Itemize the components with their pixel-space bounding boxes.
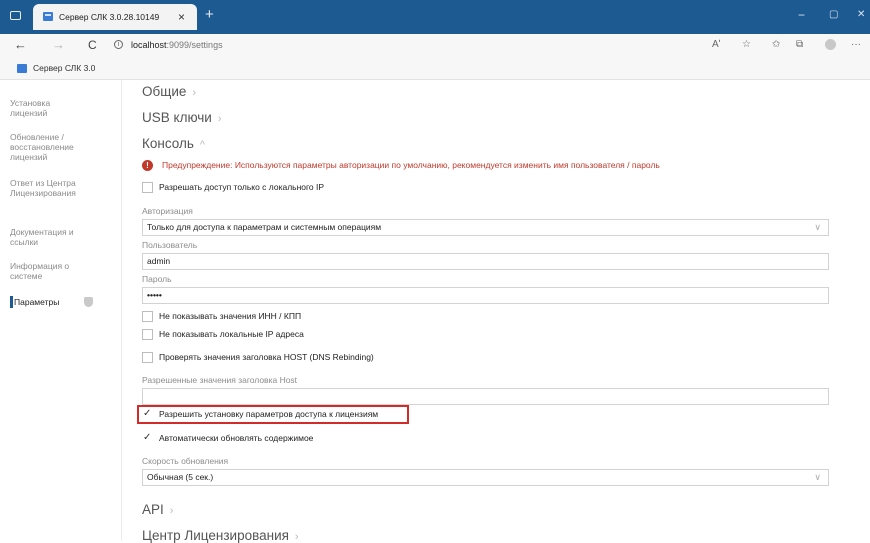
- section-usb-title: USB ключи: [142, 110, 212, 125]
- sidebar-item-docs[interactable]: Документация и ссылки: [10, 227, 110, 247]
- host-values-input[interactable]: [142, 388, 829, 405]
- section-api-title: API: [142, 502, 164, 517]
- sidebar-item-label: Параметры: [14, 297, 60, 307]
- url-path: :9099/settings: [166, 40, 223, 50]
- chevron-right-icon: ›: [217, 113, 222, 125]
- hide-inn-checkbox[interactable]: [142, 311, 153, 322]
- favorites-bar: Сервер СЛК 3.0: [0, 57, 870, 80]
- check-host-checkbox[interactable]: [142, 352, 153, 363]
- sidebar-item-label: Документация и: [10, 227, 74, 237]
- sidebar-item-label: Обновление /: [10, 132, 64, 142]
- chevron-up-icon: ^: [199, 139, 206, 151]
- new-tab-button[interactable]: +: [205, 6, 214, 23]
- read-aloud-icon[interactable]: Aʹ: [712, 39, 721, 50]
- chevron-down-icon: ∨: [814, 222, 821, 232]
- password-label: Пароль: [142, 274, 172, 284]
- more-menu-icon[interactable]: ···: [851, 39, 861, 50]
- minimize-button[interactable]: −: [798, 8, 805, 22]
- reload-button[interactable]: C: [88, 38, 97, 52]
- section-console[interactable]: Консоль ^: [142, 136, 205, 151]
- title-bar: Сервер СЛК 3.0.28.10149 × + − ▢ ✕: [0, 0, 870, 34]
- hide-ip-checkbox[interactable]: [142, 329, 153, 340]
- back-button[interactable]: ←: [14, 37, 27, 52]
- favorites-icon[interactable]: ✩: [772, 39, 780, 50]
- section-console-title: Консоль: [142, 136, 194, 151]
- highlight-box: [137, 405, 409, 424]
- favorite-favicon-icon: [17, 64, 27, 73]
- chevron-right-icon: ›: [169, 505, 174, 517]
- sidebar-item-label: Лицензирования: [10, 188, 76, 198]
- browser-tab[interactable]: Сервер СЛК 3.0.28.10149 ×: [33, 4, 197, 30]
- chevron-right-icon: ›: [294, 531, 299, 543]
- add-favorite-icon[interactable]: ☆: [742, 39, 751, 50]
- active-indicator: [10, 296, 13, 308]
- section-usb[interactable]: USB ключи ›: [142, 110, 222, 125]
- user-input-value: admin: [147, 256, 171, 266]
- check-host-label: Проверять значения заголовка HOST (DNS R…: [159, 352, 374, 362]
- local-ip-only-checkbox[interactable]: [142, 182, 153, 193]
- section-general[interactable]: Общие ›: [142, 84, 196, 99]
- password-input-value: •••••: [147, 290, 162, 300]
- profile-avatar[interactable]: [825, 39, 836, 50]
- auto-refresh-label: Автоматически обновлять содержимое: [159, 433, 314, 443]
- collections-icon[interactable]: ⧉: [796, 39, 803, 50]
- section-general-title: Общие: [142, 84, 187, 99]
- sidebar-item-label: ссылки: [10, 237, 39, 247]
- maximize-button[interactable]: ▢: [829, 9, 838, 20]
- chevron-right-icon: ›: [192, 87, 197, 99]
- tab-close-icon[interactable]: ×: [178, 10, 185, 24]
- chevron-down-icon: ∨: [814, 472, 821, 482]
- sidebar-item-label: Установка: [10, 98, 51, 108]
- auth-select-value: Только для доступа к параметрам и систем…: [147, 222, 382, 232]
- auth-label: Авторизация: [142, 206, 193, 216]
- warning-text: Предупреждение: Используются параметры а…: [162, 160, 660, 170]
- site-info-icon[interactable]: i: [114, 40, 123, 49]
- sidebar-item-label: лицензий: [10, 152, 48, 162]
- sidebar-item-label: восстановление: [10, 142, 74, 152]
- hide-ip-label: Не показывать локальные IP адреса: [159, 329, 304, 339]
- forward-button[interactable]: →: [52, 37, 65, 52]
- sidebar-item-label: Ответ из Центра: [10, 178, 76, 188]
- sidebar-item-center-response[interactable]: Ответ из Центра Лицензирования: [10, 178, 110, 198]
- sidebar-item-settings[interactable]: Параметры: [10, 296, 114, 308]
- sidebar-item-label: лицензий: [10, 108, 48, 118]
- refresh-speed-value: Обычная (5 сек.): [147, 472, 214, 482]
- tab-title: Сервер СЛК 3.0.28.10149: [59, 12, 160, 22]
- url-host: localhost: [131, 40, 167, 50]
- url-field[interactable]: localhost:9099/settings: [131, 40, 223, 50]
- close-window-button[interactable]: ✕: [857, 9, 865, 20]
- section-api[interactable]: API ›: [142, 502, 173, 517]
- sidebar-item-label: системе: [10, 271, 43, 281]
- local-ip-only-label: Разрешать доступ только с локального IP: [159, 182, 325, 192]
- sidebar-item-update-licenses[interactable]: Обновление / восстановление лицензий: [10, 132, 110, 162]
- sidebar-item-system-info[interactable]: Информация о системе: [10, 261, 110, 281]
- user-input[interactable]: admin: [142, 253, 829, 270]
- refresh-speed-label: Скорость обновления: [142, 456, 229, 466]
- refresh-speed-select[interactable]: Обычная (5 сек.) ∨: [142, 469, 829, 486]
- warning-icon: !: [142, 160, 153, 171]
- password-input[interactable]: •••••: [142, 287, 829, 304]
- tab-favicon-icon: [43, 12, 53, 21]
- window-menu-icon[interactable]: [10, 11, 21, 20]
- hide-inn-label: Не показывать значения ИНН / КПП: [159, 311, 302, 321]
- shield-icon: [84, 297, 93, 307]
- sidebar-item-install-licenses[interactable]: Установка лицензий: [10, 98, 110, 118]
- sidebar-item-label: Информация о: [10, 261, 70, 271]
- favorite-link[interactable]: Сервер СЛК 3.0: [33, 63, 95, 73]
- sidebar-divider: [121, 80, 122, 541]
- auto-refresh-checkbox[interactable]: [142, 432, 153, 444]
- address-bar: ← → C i localhost:9099/settings Aʹ ☆ ✩ ⧉…: [0, 34, 870, 57]
- host-values-label: Разрешенные значения заголовка Host: [142, 375, 298, 385]
- auth-select[interactable]: Только для доступа к параметрам и систем…: [142, 219, 829, 236]
- user-label: Пользователь: [142, 240, 198, 250]
